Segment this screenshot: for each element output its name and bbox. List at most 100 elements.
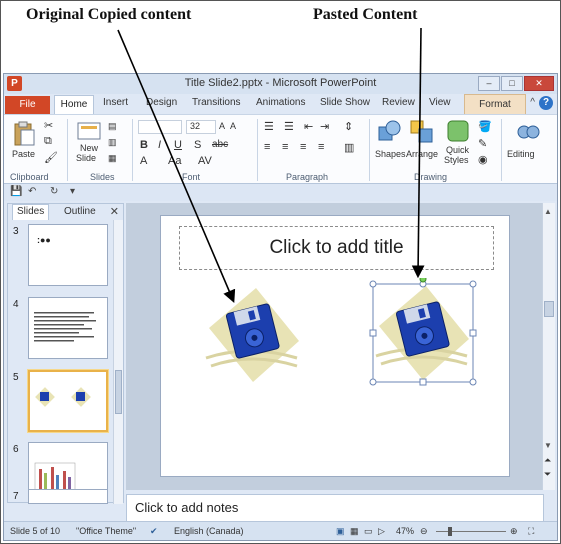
tab-outline[interactable]: Outline [64,206,96,217]
help-icon[interactable]: ? [539,96,553,110]
spell-check-icon[interactable]: ✔ [150,526,158,537]
slide-sorter-icon[interactable]: ▦ [350,526,359,537]
tab-review[interactable]: Review [382,97,415,108]
slide-scroll-thumb[interactable] [544,301,554,317]
reset-icon[interactable]: ▥ [108,137,117,148]
minimize-button[interactable]: – [478,76,500,91]
slide-scrollbar[interactable]: ▲ ▼ ⏶ ⏷ [542,203,555,490]
fit-to-window-icon[interactable]: ⛶ [528,526,534,537]
powerpoint-window: P Title Slide2.pptx - Microsoft PowerPoi… [3,73,558,541]
status-bar: Slide 5 of 10 "Office Theme" ✔ English (… [4,521,557,540]
panel-scroll-thumb[interactable] [115,370,122,414]
cut-icon[interactable]: ✂ [44,119,53,132]
font-size-box[interactable]: 32 [186,120,216,134]
customize-toolbar-icon[interactable]: ▾ [70,186,75,197]
format-painter-icon[interactable]: 🖌 [44,151,58,164]
section-icon[interactable]: ▦ [108,153,117,164]
tab-animations[interactable]: Animations [256,97,305,108]
italic-icon[interactable]: I [158,139,161,151]
scroll-up-icon[interactable]: ▲ [544,207,552,216]
outdent-icon[interactable]: ⇥ [320,120,329,133]
tab-home[interactable]: Home [54,95,94,114]
previous-slide-icon[interactable]: ⏶ [544,455,551,466]
slide-thumbnail-4[interactable] [28,297,108,359]
slide-number: 4 [13,299,19,310]
grow-font-icon[interactable]: A [219,121,225,131]
undo-icon[interactable]: ↶ [28,186,36,197]
indent-icon[interactable]: ⇤ [304,120,313,133]
shadow-icon[interactable]: S [194,139,201,151]
tab-insert[interactable]: Insert [103,97,128,108]
zoom-level[interactable]: 47% [396,526,414,536]
shape-outline-icon[interactable]: ✎ [478,137,487,150]
copy-icon[interactable]: ⧉ [44,135,52,148]
save-icon[interactable]: 💾 [10,186,22,197]
font-color-icon[interactable]: A [140,155,147,167]
justify-icon[interactable]: ≡ [318,141,324,153]
find-icon[interactable] [516,121,540,143]
original-clipart[interactable] [201,286,305,386]
close-panel-icon[interactable]: ✕ [110,205,119,218]
slide-thumbnail-3[interactable]: :●● [28,224,108,286]
quick-styles-icon[interactable] [446,119,470,143]
char-spacing-icon[interactable]: AV [198,155,212,167]
new-slide-icon[interactable] [76,121,102,141]
strikethrough-icon[interactable]: abc [212,139,228,150]
title-placeholder[interactable]: Click to add title [179,226,494,270]
zoom-in-icon[interactable]: ⊕ [510,526,518,537]
slideshow-view-icon[interactable]: ▷ [378,526,385,537]
notes-pane[interactable]: Click to add notes [126,494,544,522]
normal-view-icon[interactable]: ▣ [336,526,345,537]
panel-scrollbar[interactable] [113,220,123,504]
tab-transitions[interactable]: Transitions [192,97,241,108]
tab-file[interactable]: File [5,96,50,114]
numbering-icon[interactable]: ☰ [284,120,294,133]
font-name-box[interactable] [138,120,182,134]
tab-format[interactable]: Format [464,94,526,114]
zoom-slider-track[interactable] [436,531,506,532]
zoom-slider-thumb[interactable] [448,527,452,536]
align-center-icon[interactable]: ≡ [282,141,288,153]
arrange-icon[interactable] [409,119,435,145]
editing-button[interactable]: Editing [507,149,535,159]
new-slide-label-2[interactable]: Slide [76,153,96,163]
change-case-icon[interactable]: Aa [168,155,181,167]
tab-view[interactable]: View [429,97,451,108]
shapes-button[interactable]: Shapes [375,149,406,159]
ribbon-tabs: File Home Insert Design Transitions Anim… [4,94,557,114]
maximize-button[interactable]: □ [501,76,523,91]
quick-styles-label-2[interactable]: Styles [444,155,469,165]
tab-slide-show[interactable]: Slide Show [320,97,370,108]
shrink-font-icon[interactable]: A [230,121,236,131]
layout-icon[interactable]: ▤ [108,121,117,132]
minimize-ribbon-icon[interactable]: ^ [530,97,535,108]
bullets-icon[interactable]: ☰ [264,120,274,133]
underline-icon[interactable]: U [174,139,182,151]
redo-icon[interactable]: ↻ [50,186,58,197]
paste-button[interactable]: Paste [12,149,35,159]
bold-icon[interactable]: B [140,139,148,151]
arrange-button[interactable]: Arrange [406,149,438,159]
tab-design[interactable]: Design [146,97,177,108]
align-right-icon[interactable]: ≡ [300,141,306,153]
slide-thumbnail-5[interactable] [28,370,108,432]
selection-handles[interactable] [367,278,479,388]
paste-icon[interactable] [12,121,36,147]
next-slide-icon[interactable]: ⏷ [544,469,551,480]
group-divider [67,119,68,181]
slide-thumbnail-7[interactable] [28,489,108,503]
reading-view-icon[interactable]: ▭ [364,526,373,537]
shape-effects-icon[interactable]: ◉ [478,153,488,166]
language[interactable]: English (Canada) [174,526,244,536]
align-left-icon[interactable]: ≡ [264,141,270,153]
line-spacing-icon[interactable]: ⇕ [344,120,353,133]
shape-fill-icon[interactable]: 🪣 [478,120,492,133]
close-button[interactable]: ✕ [524,76,554,91]
columns-icon[interactable]: ▥ [344,141,354,154]
shapes-icon[interactable] [376,119,402,145]
quick-styles-label-1[interactable]: Quick [446,145,469,155]
scroll-down-icon[interactable]: ▼ [544,441,552,450]
zoom-out-icon[interactable]: ⊖ [420,526,428,537]
tab-slides[interactable]: Slides [12,204,50,220]
new-slide-label-1[interactable]: New [80,143,98,153]
